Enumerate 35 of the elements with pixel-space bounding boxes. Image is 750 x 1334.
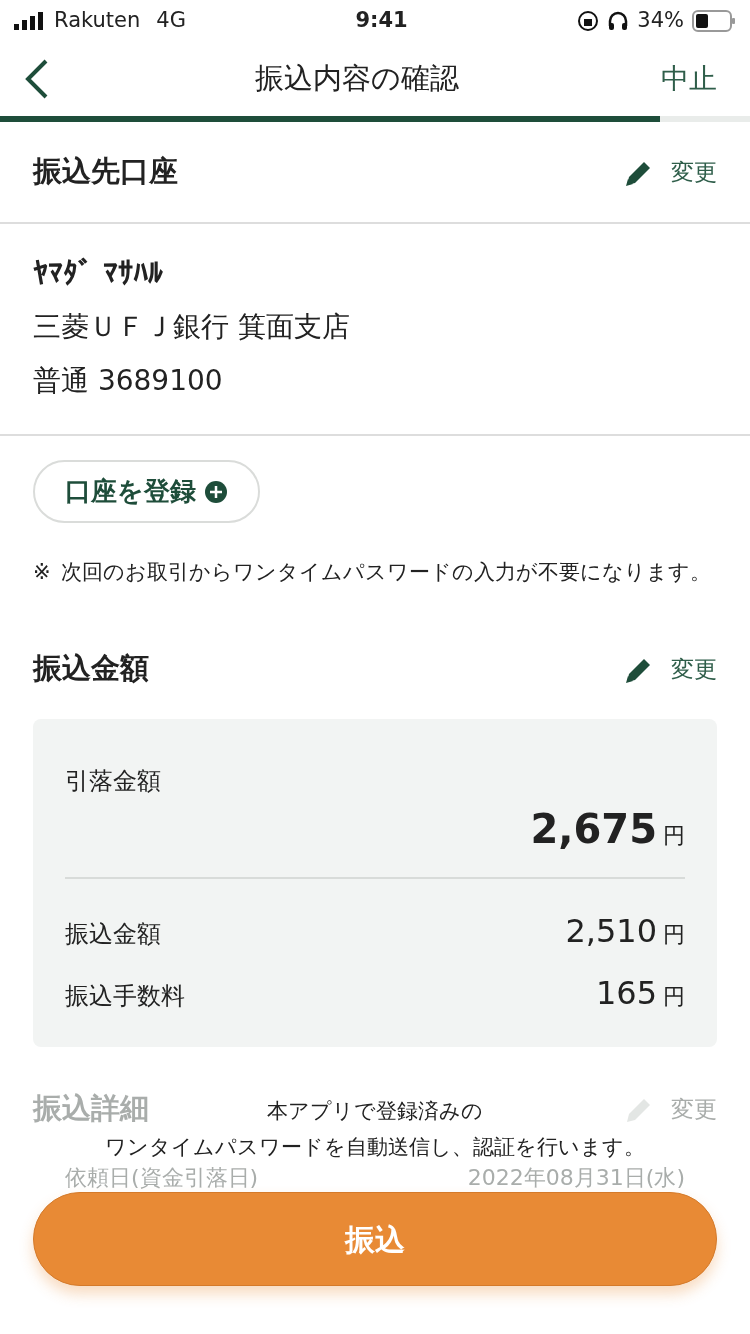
total-amount: 2,675 — [530, 805, 657, 854]
plus-circle-icon — [204, 479, 228, 504]
account-number: 普通 3689100 — [33, 363, 224, 399]
amount-label: 振込金額 — [65, 919, 161, 950]
currency-unit: 円 — [663, 822, 685, 850]
register-account-button[interactable]: 口座を登録 — [33, 460, 260, 523]
battery-icon — [692, 10, 736, 32]
detail-value: 2022年08月31日(水) — [467, 1166, 685, 1190]
note-text: 次回のお取引からワンタイムパスワードの入力が不要になります。 — [60, 559, 711, 586]
notice-text: ワンタイムパスワードを自動送信し、認証を行います。 — [105, 1134, 645, 1161]
headphones-icon — [607, 10, 630, 32]
edit-button[interactable]: 変更 — [623, 651, 717, 687]
battery-percent: 34% — [637, 7, 684, 35]
notice-text: 本アプリで登録済みの — [267, 1098, 483, 1125]
clock-time: 9:41 — [355, 7, 408, 35]
amount-value: 165 — [595, 974, 657, 1012]
section-title: 振込金額 — [33, 650, 149, 688]
cancel-button[interactable]: 中止 — [661, 58, 717, 100]
screen-title: 振込内容の確認 — [254, 60, 459, 98]
signal-icon — [14, 12, 46, 30]
total-label: 引落金額 — [65, 766, 162, 797]
detail-label: 依頼日(資金引落日) — [65, 1166, 259, 1190]
carrier-name: Rakuten — [54, 7, 141, 35]
bank-branch: 三菱ＵＦＪ銀行 箕面支店 — [33, 309, 351, 345]
currency-unit: 円 — [663, 984, 685, 1009]
rotation-lock-icon — [577, 10, 600, 32]
amount-label: 振込手数料 — [65, 981, 185, 1012]
payee-name: ﾔﾏﾀﾞ ﾏｻﾊﾙ — [33, 254, 165, 292]
section-title: 振込詳細 — [33, 1090, 149, 1128]
amount-value: 2,510 — [565, 912, 657, 950]
network-type: 4G — [156, 7, 186, 35]
note-mark: ※ — [33, 559, 51, 586]
currency-unit: 円 — [663, 922, 685, 947]
section-title: 振込先口座 — [33, 153, 178, 191]
edit-button[interactable]: 変更 — [623, 154, 717, 190]
